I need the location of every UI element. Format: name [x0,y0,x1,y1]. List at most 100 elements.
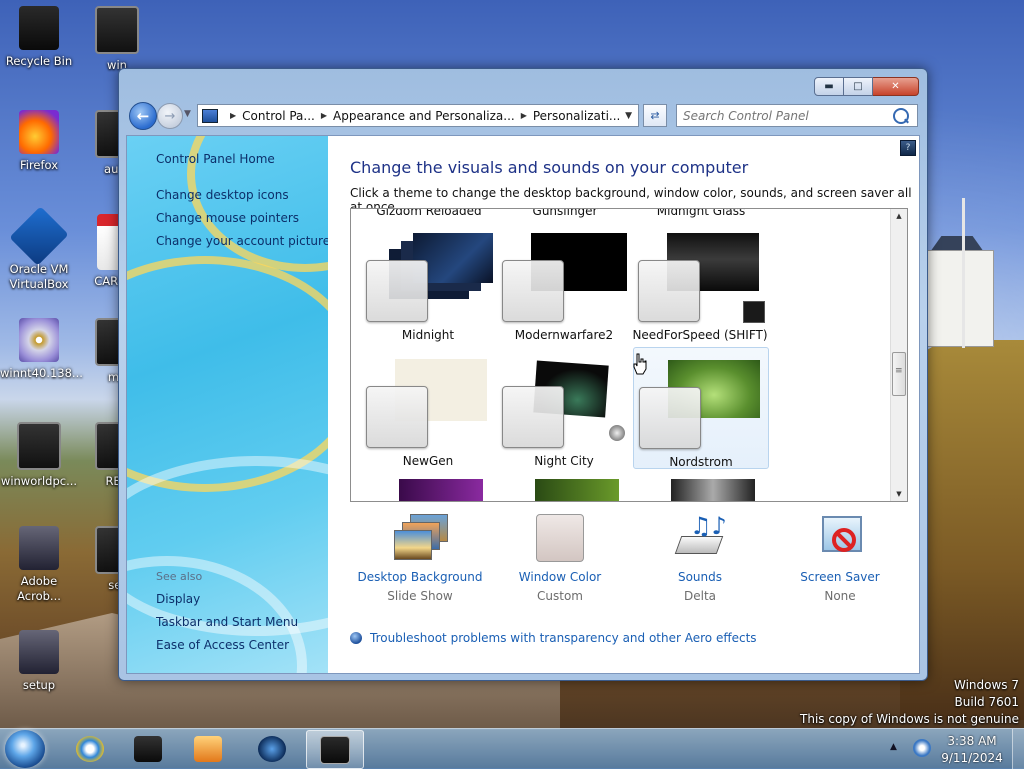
theme-gallery-scrollbar[interactable]: ▲ ▼ [890,209,907,501]
window-color-link[interactable]: Window Color [490,570,630,584]
change-account-picture-link[interactable]: Change your account picture [156,234,328,248]
search-icon[interactable] [893,107,909,124]
window-color-icon [536,514,584,562]
media-player-icon [194,735,222,762]
text-file-icon [17,422,61,470]
minimize-icon: ▬ [824,81,834,92]
breadcrumb-arrow-icon: ▶ [230,111,237,120]
folder-icon [95,6,139,54]
theme-tile-next-preview[interactable] [535,479,619,501]
desktop-icon-setup[interactable]: setup [0,630,78,693]
troubleshoot-aero-link[interactable]: Troubleshoot problems with transparency … [350,631,757,645]
desktop-icon-win[interactable]: win [78,6,156,73]
desktop-background-icon [392,514,448,562]
taskbar-media-center[interactable] [244,730,300,767]
scroll-up-icon[interactable]: ▲ [891,209,907,223]
theme-name: NewGen [402,454,454,468]
taskbar-media-player[interactable] [180,730,236,767]
back-button[interactable]: ← [129,102,157,130]
show-desktop-button[interactable] [1012,729,1024,769]
taskbar: ▲ 3:38 AM 9/11/2024 [0,728,1024,769]
network-icon[interactable] [913,739,931,757]
firefox-icon [19,110,59,154]
page-title: Change the visuals and sounds on your co… [350,158,749,177]
theme-tile-next-preview[interactable] [671,479,755,501]
navigation-bar: ← → ▼ ▶ Control Pa... ▶ Appearance and P… [127,101,919,131]
desktop-icon-winworldpc[interactable]: winworldpc... [0,422,78,489]
search-input[interactable] [677,107,893,124]
close-button[interactable]: ✕ [873,77,919,96]
window-color-setting[interactable]: Window Color Custom [490,514,630,603]
theme-tile-night-city[interactable]: Night City [497,347,631,468]
window-color-preview [638,260,700,322]
desktop-icon-virtualbox[interactable]: Oracle VM VirtualBox [0,206,78,292]
arrow-right-icon: → [164,108,176,124]
address-dropdown-icon[interactable]: ▼ [625,111,632,121]
screen-saver-value: None [824,589,856,603]
installer-icon [19,526,59,570]
taskbar-internet-explorer[interactable] [62,730,118,767]
sound-preview-icon [743,301,765,323]
screen-saver-setting[interactable]: Screen Saver None [770,514,910,603]
theme-tile-modernwarfare2[interactable]: Modernwarfare2 [497,221,631,342]
desktop-icon-adobe[interactable]: Adobe Acrob... [0,526,78,604]
desktop-icon-recycle-bin[interactable]: Recycle Bin [0,6,78,69]
theme-tile-nordstrom[interactable]: Nordstrom [633,347,769,469]
theme-name: Modernwarfare2 [514,328,614,342]
desktop-icon-firefox[interactable]: Firefox [0,110,78,173]
troubleshoot-icon [350,632,362,644]
desktop-background-link[interactable]: Desktop Background [350,570,490,584]
address-bar[interactable]: ▶ Control Pa... ▶ Appearance and Persona… [197,104,639,127]
breadcrumb-arrow-icon[interactable]: ▶ [521,111,527,120]
minimize-button[interactable]: ▬ [814,77,844,96]
sounds-value: Delta [683,589,716,603]
control-panel-home-link[interactable]: Control Panel Home [156,152,275,166]
sounds-icon: ♫♪ [672,514,728,562]
main-pane: ? Change the visuals and sounds on your … [328,136,919,673]
start-button[interactable] [5,730,45,768]
help-icon[interactable]: ? [900,140,916,156]
system-clock[interactable]: 3:38 AM 9/11/2024 [940,733,1004,767]
theme-tile-next-preview[interactable] [399,479,483,501]
change-desktop-icons-link[interactable]: Change desktop icons [156,188,289,202]
forward-button[interactable]: → [157,103,183,129]
theme-tile-midnight[interactable]: Midnight [361,221,495,342]
theme-settings-bar: Desktop Background Slide Show Window Col… [350,514,906,614]
breadcrumb-control-panel[interactable]: Control Pa... [242,109,315,123]
taskbar-control-panel[interactable] [306,730,364,769]
screen-saver-icon [812,514,868,562]
windows-watermark: Windows 7 Build 7601 This copy of Window… [800,678,1019,726]
sounds-link[interactable]: Sounds [630,570,770,584]
taskbar-start-menu-link[interactable]: Taskbar and Start Menu [156,615,298,629]
desktop-background-setting[interactable]: Desktop Background Slide Show [350,514,490,603]
theme-name: Nordstrom [669,455,733,469]
clock-time: 3:38 AM [947,734,997,748]
search-box[interactable] [676,104,918,127]
installer-icon [19,630,59,674]
personalization-window: ▬ □ ✕ ← → ▼ ▶ Control Pa... ▶ Appearance… [118,68,928,681]
theme-tile-needforspeed[interactable]: NeedForSpeed (SHIFT) [632,221,768,342]
change-mouse-pointers-link[interactable]: Change mouse pointers [156,211,299,225]
scroll-down-icon[interactable]: ▼ [891,487,907,501]
taskbar-explorer[interactable] [120,730,176,767]
breadcrumb-arrow-icon[interactable]: ▶ [321,111,327,120]
personalization-icon [320,735,350,764]
breadcrumb-personalization[interactable]: Personalizati... [533,109,620,123]
display-link[interactable]: Display [156,592,200,606]
recent-pages-dropdown[interactable]: ▼ [184,109,191,119]
breadcrumb-appearance[interactable]: Appearance and Personaliza... [333,109,515,123]
screen-saver-link[interactable]: Screen Saver [770,570,910,584]
show-hidden-icons-button[interactable]: ▲ [890,742,897,752]
sounds-setting[interactable]: ♫♪ Sounds Delta [630,514,770,603]
ease-of-access-link[interactable]: Ease of Access Center [156,638,289,652]
clock-date: 9/11/2024 [941,751,1003,765]
maximize-button[interactable]: □ [844,77,873,96]
theme-name: Gunslinger [532,208,598,218]
window-color-preview [502,386,564,448]
see-also-heading: See also [156,570,203,583]
scrollbar-thumb[interactable] [892,352,906,396]
desktop-icon-winnt40[interactable]: winnt40.138... [0,318,83,381]
theme-tile-newgen[interactable]: NewGen [361,347,495,468]
refresh-button[interactable]: ⇄ [643,104,667,127]
window-color-preview [366,386,428,448]
